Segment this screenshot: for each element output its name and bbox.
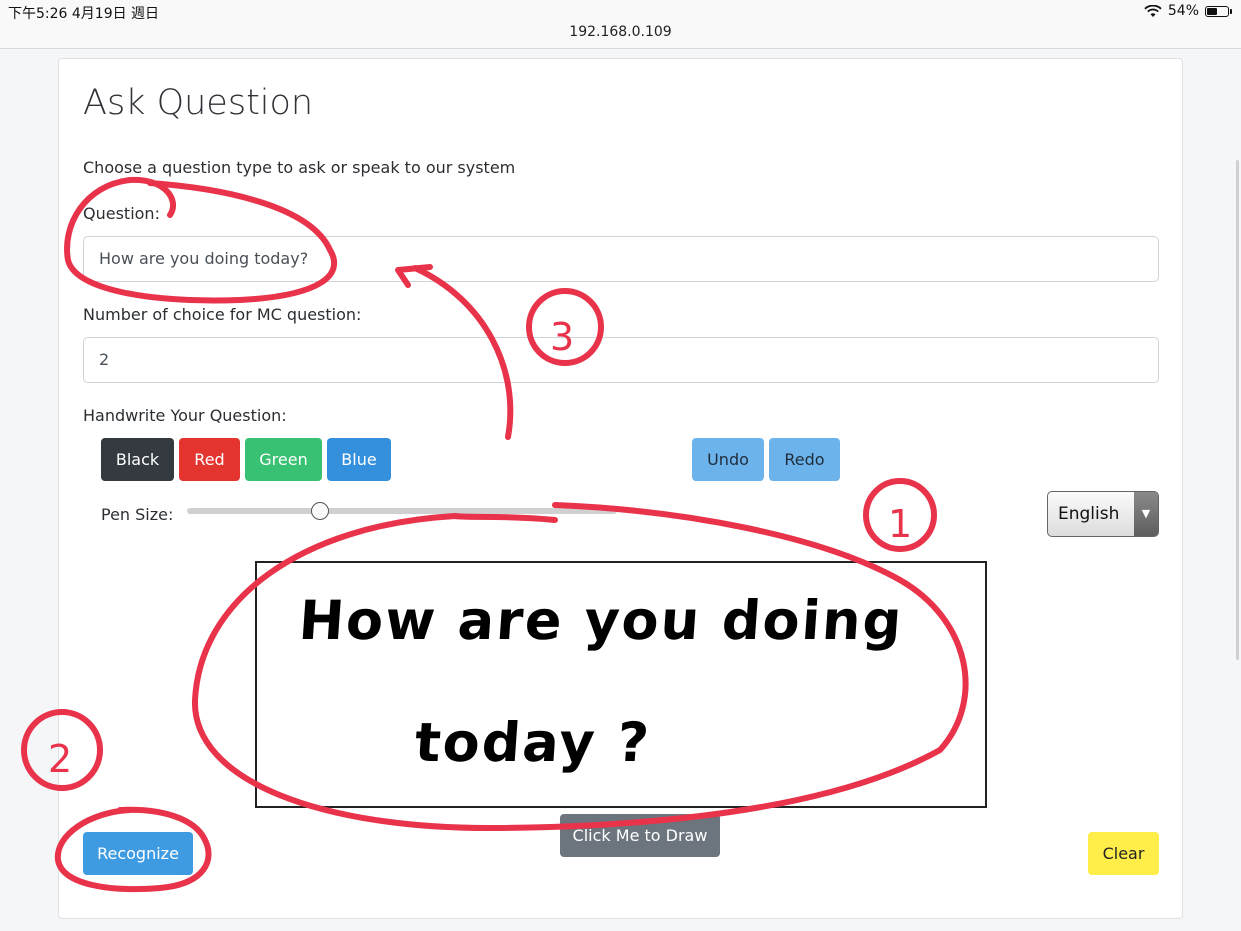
redo-button[interactable]: Redo: [769, 438, 840, 481]
pen-green-button[interactable]: Green: [245, 438, 322, 481]
choices-input[interactable]: 2: [83, 337, 1159, 383]
address-bar-url[interactable]: 192.168.0.109: [0, 24, 1241, 40]
draw-button[interactable]: Click Me to Draw: [560, 814, 720, 857]
handwrite-label: Handwrite Your Question:: [83, 406, 287, 425]
wifi-icon: [1144, 4, 1162, 17]
pen-black-button[interactable]: Black: [101, 438, 174, 481]
battery-percent: 54%: [1167, 3, 1199, 19]
browser-status-bar: 下午5:26 4月19日 週日 54% 192.168.0.109: [0, 0, 1241, 49]
page-title: Ask Question: [83, 83, 314, 123]
choices-label: Number of choice for MC question:: [83, 305, 362, 324]
handwriting-line-1: How are you doing: [296, 589, 906, 652]
clear-button[interactable]: Clear: [1088, 832, 1159, 875]
drawing-canvas[interactable]: How are you doing today ?: [255, 561, 987, 808]
slider-thumb[interactable]: [311, 502, 330, 520]
question-label: Question:: [83, 204, 160, 223]
battery-icon: [1205, 5, 1232, 17]
undo-button[interactable]: Undo: [692, 438, 764, 481]
pen-size-slider[interactable]: [187, 502, 617, 520]
recognize-button[interactable]: Recognize: [83, 832, 193, 875]
form-description: Choose a question type to ask or speak t…: [83, 158, 516, 177]
chevron-down-icon: ▼: [1134, 492, 1158, 536]
pen-size-label: Pen Size:: [101, 505, 174, 524]
handwriting-line-2: today ?: [412, 711, 653, 774]
ask-question-card: Ask Question Choose a question type to a…: [58, 58, 1183, 919]
question-input[interactable]: How are you doing today?: [83, 236, 1159, 282]
status-icons: 54%: [1144, 3, 1232, 19]
language-selected: English: [1058, 504, 1120, 524]
language-select[interactable]: English ▼: [1047, 491, 1159, 537]
page-scrollbar[interactable]: [1236, 160, 1239, 660]
pen-blue-button[interactable]: Blue: [327, 438, 391, 481]
clock-date: 下午5:26 4月19日 週日: [8, 6, 160, 22]
pen-red-button[interactable]: Red: [179, 438, 240, 481]
